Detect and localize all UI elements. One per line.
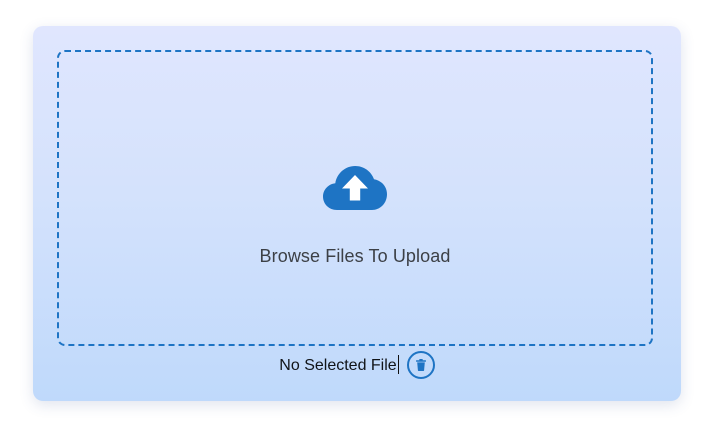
trash-icon <box>415 359 426 371</box>
text-caret <box>397 355 399 374</box>
browse-files-label[interactable]: Browse Files To Upload <box>59 246 651 267</box>
upload-card: Browse Files To Upload No Selected File <box>33 26 681 401</box>
selected-file-row: No Selected File <box>33 351 681 379</box>
selected-file-text: No Selected File <box>279 357 397 374</box>
selected-file-name: No Selected File <box>279 355 400 375</box>
cloud-upload-icon <box>323 166 387 210</box>
file-dropzone[interactable]: Browse Files To Upload <box>57 50 653 346</box>
delete-file-button[interactable] <box>406 351 435 379</box>
